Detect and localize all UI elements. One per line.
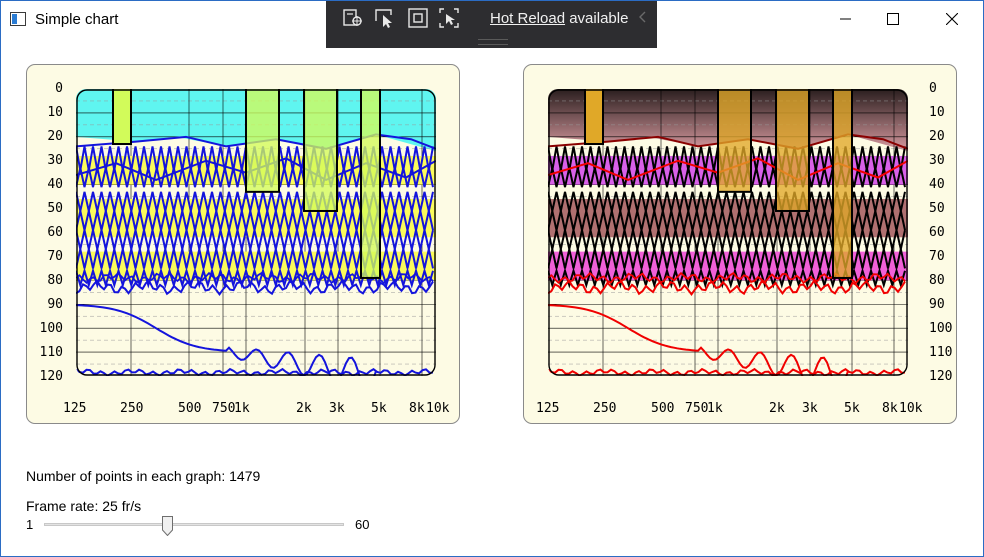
x-tick-label: 500 [178, 401, 202, 416]
x-tick-label: 125 [536, 401, 560, 416]
x-tick-label: 750 [212, 401, 236, 416]
frame-rate-slider[interactable] [44, 516, 344, 536]
level-bar [303, 89, 338, 212]
y-tick-label: 10 [47, 105, 63, 120]
minimize-button[interactable] [823, 1, 869, 37]
x-tick-label: 250 [593, 401, 617, 416]
x-tick-label: 1k [707, 401, 723, 416]
live-visual-tree-icon[interactable] [342, 7, 364, 29]
y-tick-label: 30 [47, 153, 63, 168]
level-bar [775, 89, 810, 212]
y-tick-label: 90 [47, 297, 63, 312]
window-title: Simple chart [35, 11, 119, 28]
y-tick-label: 60 [929, 225, 945, 240]
x-tick-label: 3k [802, 401, 818, 416]
y-tick-label: 70 [929, 249, 945, 264]
y-tick-label: 60 [47, 225, 63, 240]
x-tick-label: 125 [63, 401, 87, 416]
level-bar [832, 89, 853, 279]
y-tick-label: 70 [47, 249, 63, 264]
y-tick-label: 120 [39, 369, 63, 384]
slider-track[interactable] [44, 523, 344, 526]
window-app-icon [10, 12, 26, 26]
maximize-icon [887, 13, 899, 25]
y-tick-label: 30 [929, 153, 945, 168]
level-bar [112, 89, 132, 146]
y-tick-label: 110 [929, 345, 953, 360]
points-count-label: Number of points in each graph: 1479 [26, 468, 261, 484]
y-tick-label: 50 [929, 201, 945, 216]
x-tick-label: 3k [329, 401, 345, 416]
select-element-icon[interactable] [374, 7, 396, 29]
x-tick-label: 250 [120, 401, 144, 416]
close-icon [946, 13, 958, 25]
y-tick-label: 20 [47, 129, 63, 144]
x-tick-label: 10k [899, 401, 923, 416]
y-tick-label: 40 [47, 177, 63, 192]
xaml-debug-toolbar: Hot Reload available [326, 1, 657, 48]
main-window: Simple chart Hot Reload available 0 10 2… [0, 0, 984, 557]
y-tick-label: 100 [929, 321, 953, 336]
x-tick-label: 2k [296, 401, 312, 416]
level-bar [584, 89, 604, 146]
x-tick-label: 5k [844, 401, 860, 416]
level-bar [245, 89, 280, 193]
x-tick-label: 500 [651, 401, 675, 416]
y-tick-label: 80 [929, 273, 945, 288]
level-bar [360, 89, 381, 279]
slider-max-label: 60 [355, 517, 370, 532]
hot-reload-link[interactable]: Hot Reload [490, 10, 565, 27]
hot-reload-suffix: available [565, 10, 629, 27]
x-tick-label: 750 [685, 401, 709, 416]
y-tick-label: 20 [929, 129, 945, 144]
x-tick-label: 1k [234, 401, 250, 416]
right-chart-plot [548, 89, 908, 376]
left-chart-plot [76, 89, 436, 376]
y-tick-label: 0 [929, 81, 937, 96]
y-tick-label: 0 [55, 81, 63, 96]
y-tick-label: 90 [929, 297, 945, 312]
chevron-left-icon[interactable] [638, 10, 648, 24]
x-tick-label: 2k [769, 401, 785, 416]
hot-reload-status: Hot Reload available [490, 10, 628, 27]
frame-rate-label: Frame rate: 25 fr/s [26, 498, 142, 514]
y-tick-label: 50 [47, 201, 63, 216]
close-button[interactable] [929, 1, 975, 37]
x-tick-label: 5k [371, 401, 387, 416]
level-bar [717, 89, 752, 193]
slider-min-label: 1 [26, 517, 34, 532]
y-tick-label: 110 [39, 345, 63, 360]
x-tick-label: 10k [426, 401, 450, 416]
y-tick-label: 100 [39, 321, 63, 336]
y-tick-label: 10 [929, 105, 945, 120]
slider-thumb[interactable] [162, 516, 173, 536]
y-tick-label: 120 [929, 369, 953, 384]
display-layout-adorners-icon[interactable] [407, 7, 429, 29]
x-tick-label: 8k [882, 401, 898, 416]
x-tick-label: 8k [409, 401, 425, 416]
minimize-icon [840, 18, 851, 20]
y-tick-label: 80 [47, 273, 63, 288]
maximize-button[interactable] [870, 1, 916, 37]
track-focus-icon[interactable] [438, 7, 460, 29]
y-tick-label: 40 [929, 177, 945, 192]
toolbar-grip[interactable] [478, 39, 508, 45]
